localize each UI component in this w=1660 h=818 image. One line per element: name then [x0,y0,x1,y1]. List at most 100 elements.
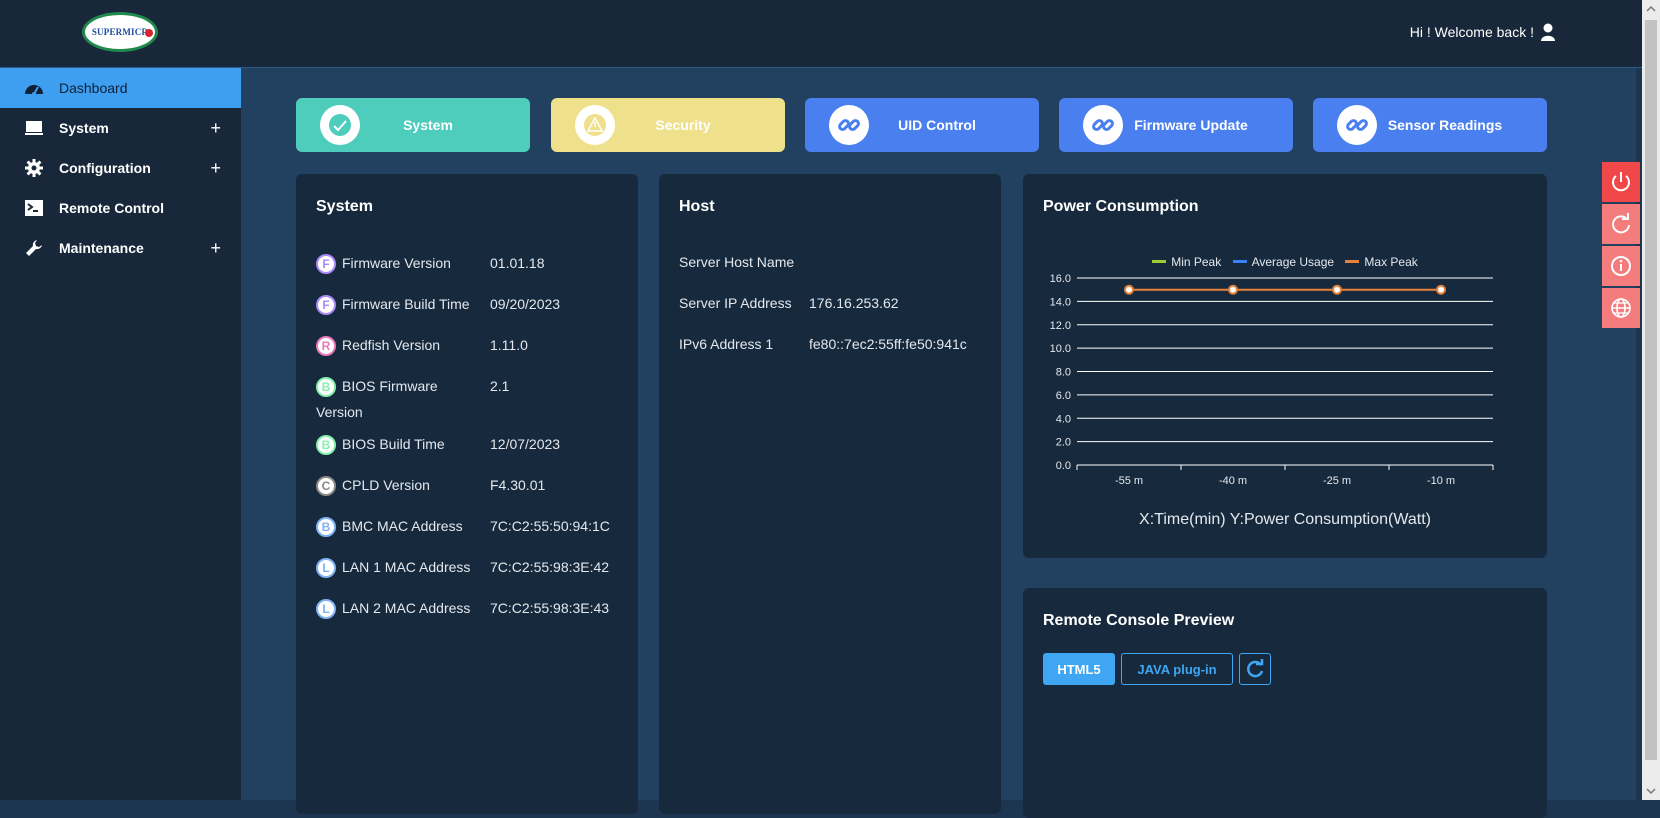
x-tick-label: -55 m [1115,475,1143,487]
chart-caption: X:Time(min) Y:Power Consumption(Watt) [1139,511,1431,528]
info-label-text: Firmware Build Time [342,296,470,312]
info-value: 7C:C2:55:98:3E:43 [490,600,610,616]
quick-button-label: Security [655,117,711,133]
quick-button-security[interactable]: Security [551,98,785,152]
y-tick-label: 14.0 [1050,296,1071,308]
refresh-preview-button[interactable] [1239,653,1271,685]
info-badge-icon: B [316,435,336,456]
host-row: IPv6 Address 1 fe80::7ec2:55ff:fe50:941c [679,336,967,352]
data-point[interactable] [1124,284,1134,295]
info-value: 01.01.18 [490,255,545,271]
top-bar: SUPERMICR Hi ! Welcome back ! [0,0,1660,68]
info-value: 12/07/2023 [490,436,561,452]
y-tick-label: 8.0 [1056,367,1071,379]
power-icon [1612,172,1630,192]
scrollbar-thumb[interactable] [1645,20,1657,760]
scroll-up-icon[interactable] [1646,4,1656,14]
warning-icon [575,105,615,145]
y-tick-label: 12.0 [1050,320,1071,332]
info-label-text: BMC MAC Address [342,518,463,534]
sidebar-item-label: Dashboard [59,80,128,96]
terminal-icon [24,198,44,218]
scroll-down-icon[interactable] [1646,786,1656,796]
wrench-icon [24,238,44,258]
info-label: L LAN 1 MAC Address [316,554,476,580]
monitor-icon [24,118,44,138]
sidebar-item-system[interactable]: System + [0,108,241,148]
dashboard-gauge-icon [24,78,44,98]
info-label-text: Redfish Version [342,337,441,353]
sidebar-item-label: Remote Control [59,200,164,216]
info-value: F4.30.01 [490,477,546,493]
info-badge-icon: L [316,599,336,620]
link-icon [829,105,869,145]
info-value: 1.11.0 [490,337,528,353]
power-action-button[interactable] [1602,162,1640,202]
expand-icon[interactable]: + [210,118,221,139]
host-info-card: Host Server Host Name Server IP Address … [659,174,1001,814]
remote-console-card: Remote Console Preview HTML5 JAVA plug-i… [1023,588,1547,818]
html5-button[interactable]: HTML5 [1043,653,1115,685]
info-label: B BIOS Firmware Version [316,373,476,425]
info-badge-icon: L [316,558,336,579]
sidebar-item-label: Maintenance [59,240,144,256]
expand-icon[interactable]: + [210,158,221,179]
quick-button-label: System [403,117,453,133]
card-title: System [316,198,373,215]
quick-button-firmware-update[interactable]: Firmware Update [1059,98,1293,152]
x-tick-label: -40 m [1219,475,1247,487]
sidebar-item-configuration[interactable]: Configuration + [0,148,241,188]
quick-button-uid-control[interactable]: UID Control [805,98,1039,152]
scrollbar[interactable] [1642,0,1660,800]
check-icon [320,105,360,145]
info-value: 09/20/2023 [490,296,561,312]
y-tick-label: 4.0 [1056,413,1071,425]
sidebar-item-label: System [59,120,109,136]
info-badge-icon: C [316,476,336,497]
quick-button-label: Firmware Update [1134,117,1248,133]
user-icon[interactable] [1540,22,1556,42]
info-value: 7C:C2:55:98:3E:42 [490,559,610,575]
host-label: Server Host Name [679,254,795,270]
info-label: F Firmware Build Time [316,291,476,317]
supermicro-logo[interactable]: SUPERMICR [82,12,158,52]
sidebar-item-label: Configuration [59,160,151,176]
sidebar-item-maintenance[interactable]: Maintenance + [0,228,241,268]
data-point[interactable] [1228,284,1238,295]
host-row: Server IP Address 176.16.253.62 [679,295,899,311]
info-action-button[interactable] [1602,246,1640,286]
link-icon [1083,105,1123,145]
info-badge-icon: F [316,295,336,316]
card-title: Remote Console Preview [1043,612,1235,629]
reset-action-button[interactable] [1602,204,1640,244]
java-plugin-button[interactable]: JAVA plug-in [1121,653,1233,685]
data-point[interactable] [1436,284,1446,295]
host-label: Server IP Address [679,295,792,311]
info-label-text: LAN 2 MAC Address [342,600,471,616]
x-tick-label: -10 m [1427,475,1455,487]
sidebar-item-remote-control[interactable]: Remote Control [0,188,241,228]
data-point[interactable] [1332,284,1342,295]
quick-button-sensor-readings[interactable]: Sensor Readings [1313,98,1547,152]
y-tick-label: 6.0 [1056,390,1071,402]
quick-button-system[interactable]: System [296,98,530,152]
power-chart: 16.0 14.0 12.0 10.0 8.0 6.0 4.0 2.0 0.0 -55 m -40 … [1050,273,1494,487]
logo-dot [145,29,153,37]
expand-icon[interactable]: + [210,238,221,259]
host-row: Server Host Name [679,254,794,270]
language-action-button[interactable] [1602,288,1640,328]
power-consumption-card: Power Consumption Min Peak Average Usage… [1023,174,1547,558]
welcome-area[interactable]: Hi ! Welcome back ! [1410,22,1556,42]
card-title: Host [679,198,715,215]
info-label-text: CPLD Version [342,477,430,493]
host-label: IPv6 Address 1 [679,336,774,352]
info-label: F Firmware Version [316,250,476,276]
y-tick-label: 2.0 [1056,437,1071,449]
system-info-card: System F Firmware Version 01.01.18 F Firmwar… [296,174,638,814]
sidebar-item-dashboard[interactable]: Dashboard [0,68,241,108]
info-label: B BMC MAC Address [316,513,476,539]
refresh-icon [1247,659,1264,678]
info-value: 7C:C2:55:50:94:1C [490,518,610,534]
x-tick-label: -25 m [1323,475,1351,487]
gear-icon [24,158,44,178]
